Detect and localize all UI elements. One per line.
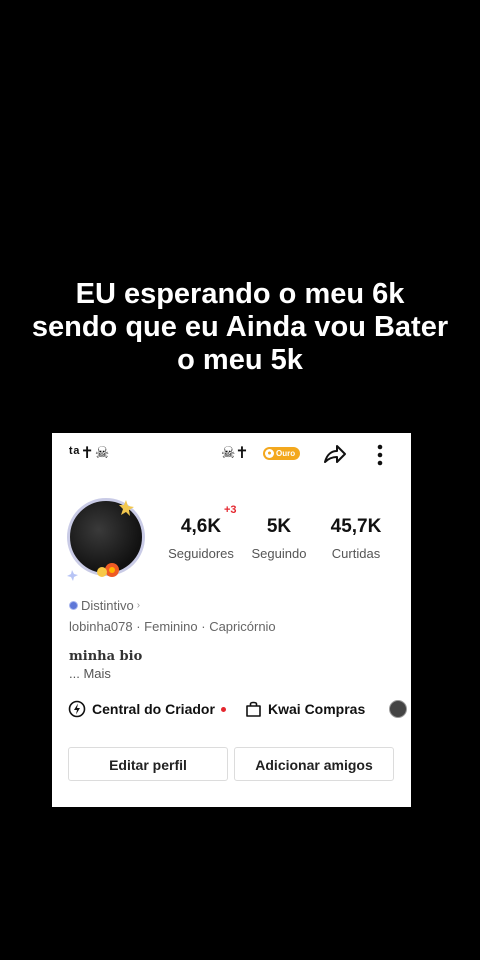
bio-more-link[interactable]: ... Mais bbox=[69, 666, 111, 681]
distintivo-label: Distintivo bbox=[81, 598, 134, 613]
gold-badge[interactable]: ● Ouro bbox=[263, 447, 301, 460]
followers-delta-badge: +3 bbox=[224, 504, 237, 516]
followers-stat[interactable]: 4,6K Seguidores bbox=[165, 516, 237, 562]
gold-badge-label: Ouro bbox=[276, 449, 296, 458]
profile-top-bar: ᵗᵃ✝☠ ☠✝ ● Ouro bbox=[52, 433, 411, 477]
avatar-frame-decoration bbox=[67, 500, 134, 581]
profile-bio: minha bio bbox=[69, 649, 143, 664]
creator-center-button[interactable]: Central do Criador bbox=[68, 700, 226, 718]
kwai-shop-label: Kwai Compras bbox=[268, 701, 366, 717]
creator-center-label: Central do Criador bbox=[92, 701, 215, 717]
shopping-bag-icon bbox=[246, 701, 261, 717]
caption-line-3: o meu 5k bbox=[177, 344, 303, 376]
followers-count: 4,6K bbox=[180, 516, 222, 537]
coin-icon: ● bbox=[265, 449, 274, 458]
following-stat[interactable]: 5K Seguindo bbox=[245, 516, 313, 562]
following-label: Seguindo bbox=[251, 546, 307, 561]
notification-dot bbox=[220, 706, 226, 712]
profile-card: ᵗᵃ✝☠ ☠✝ ● Ouro +3 4,6K Seguidores 5K Seg… bbox=[52, 433, 411, 807]
more-vertical-icon[interactable] bbox=[370, 442, 390, 468]
avatar[interactable] bbox=[64, 495, 154, 585]
share-arrow-icon[interactable] bbox=[322, 442, 348, 468]
nickname-decoration: ☠✝ bbox=[221, 445, 249, 462]
likes-count: 45,7K bbox=[330, 516, 382, 537]
badge-icon bbox=[69, 601, 78, 610]
following-count: 5K bbox=[266, 516, 292, 537]
caption-line-2: sendo que eu Ainda vou Bater bbox=[31, 311, 449, 343]
edit-profile-button[interactable]: Editar perfil bbox=[68, 747, 228, 781]
lightning-circle-icon bbox=[68, 700, 86, 718]
profile-nickname: ᵗᵃ✝☠ bbox=[69, 445, 111, 462]
kwai-shop-button[interactable]: Kwai Compras bbox=[245, 700, 365, 718]
chevron-right-icon: › bbox=[136, 600, 141, 611]
meme-caption: EU esperando o meu 6k sendo que eu Ainda… bbox=[0, 278, 480, 377]
add-friends-button[interactable]: Adicionar amigos bbox=[234, 747, 394, 781]
likes-stat[interactable]: 45,7K Curtidas bbox=[322, 516, 390, 562]
likes-label: Curtidas bbox=[331, 546, 381, 561]
profile-tags: lobinha078 · Feminino · Capricórnio bbox=[69, 619, 276, 634]
small-avatar-icon[interactable] bbox=[389, 700, 407, 718]
distintivo-link[interactable]: Distintivo › bbox=[69, 598, 140, 613]
caption-line-1: EU esperando o meu 6k bbox=[75, 278, 405, 310]
followers-label: Seguidores bbox=[168, 546, 234, 561]
profile-tools-row: Central do Criador Kwai Compras bbox=[52, 698, 411, 722]
